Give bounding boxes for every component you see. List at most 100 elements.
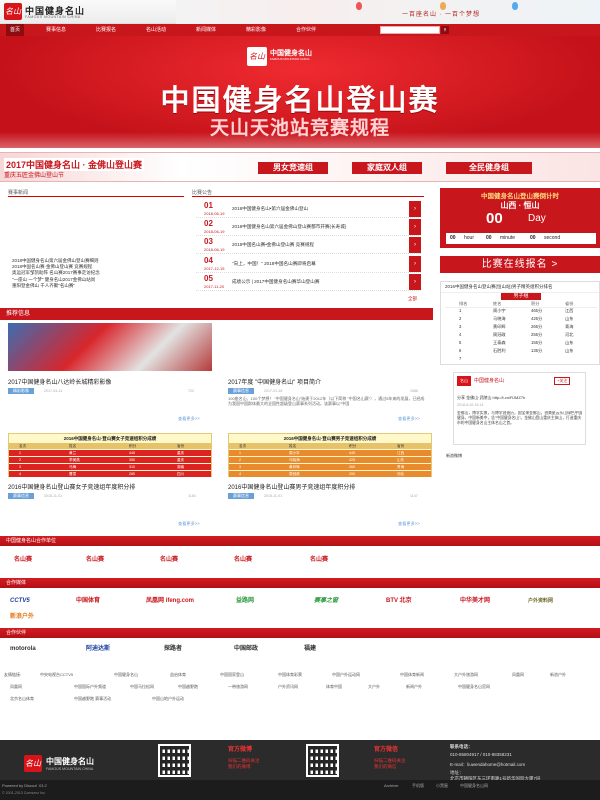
card-image[interactable] (8, 323, 212, 371)
nav-item-activities[interactable]: 名山活动 (146, 24, 166, 36)
friend-link[interactable]: 中国山地户外运动 (152, 696, 184, 702)
score-table-male[interactable]: 2016中国健身名山·登山赛男子竞速组积分成绩 名次 姓名 积分 省份 1 周小宇 445… (228, 433, 432, 477)
footer-link[interactable]: Archiver (384, 783, 399, 788)
partner-logo[interactable]: 福建 (304, 644, 316, 654)
partner-logo[interactable]: 中国邮政 (234, 644, 258, 654)
sponsor-logo[interactable]: 名山赛 (14, 555, 32, 565)
card-title[interactable]: 2016中国健身名山登山赛男子竞速组年度积分排 (228, 482, 355, 491)
friend-link[interactable]: 大户外旅游网 (454, 672, 478, 678)
friend-link[interactable]: 中国国家登山 (220, 672, 244, 678)
friend-link[interactable]: 中国马拉松网 (130, 684, 154, 690)
card-more-link[interactable]: 查看更多>> (178, 521, 200, 527)
event-chip-public[interactable]: 全民健身组 (446, 162, 532, 174)
notice-title[interactable]: 2018中国名山赛•金佛山登山赛 竞赛规程 (232, 242, 314, 248)
friend-link[interactable]: 新浪户外 (550, 672, 566, 678)
nav-item-home[interactable]: 首页 (6, 24, 25, 36)
nav-item-partners[interactable]: 合作伙伴 (296, 24, 316, 36)
sponsor-logo[interactable]: 名山赛 (160, 555, 178, 565)
search-button[interactable]: ⚲ (441, 26, 449, 34)
sponsor-logo[interactable]: 名山赛 (234, 555, 252, 565)
footer-link[interactable]: 中国健身名山网 (460, 783, 488, 789)
friend-link[interactable]: 中国越野跑 (178, 684, 198, 690)
media-logo-sina[interactable]: 新浪户外 (10, 612, 34, 622)
footer-link[interactable]: 小黑屋 (436, 783, 448, 789)
friend-link[interactable]: 中国户外运动网 (332, 672, 360, 678)
friend-link[interactable]: 凤凰网 (512, 672, 524, 678)
friend-link[interactable]: 新闻户外 (406, 684, 422, 690)
arrow-right-icon[interactable]: › (409, 201, 421, 217)
friend-link[interactable]: 户外资讯网 (278, 684, 298, 690)
notice-item[interactable]: 05 2017-11-20 成绩公示 | 2017中国健身名山赛华山登山赛 › (196, 274, 421, 291)
sponsor-logo[interactable]: 名山赛 (86, 555, 104, 565)
weibo-avatar[interactable]: 名山 (457, 376, 471, 386)
card-tag[interactable]: 赛事信息 (228, 493, 254, 499)
friend-link[interactable]: 中国越野跑 赛事活动 (74, 696, 111, 702)
media-logo-btv[interactable]: BTV 北京 (386, 596, 412, 606)
media-logo-sport[interactable]: 中国体育 (76, 596, 100, 606)
arrow-right-icon[interactable]: › (409, 274, 421, 290)
search-input[interactable] (380, 26, 440, 34)
friend-link[interactable]: 中国国际户外频道 (74, 684, 106, 690)
card-title[interactable]: 2016中国健身名山登山赛女子竞速组年度积分排 (8, 482, 135, 491)
weibo-name[interactable]: 中国健身名山 (474, 377, 504, 384)
nav-item-media[interactable]: 新闻媒体 (196, 24, 216, 36)
notice-title[interactable]: 2018中国健身名山第六届金佛山登山赛都市开赛(长寿城) (232, 224, 346, 230)
hero-banner[interactable]: 名山 中国健身名山 FAMOUS MOUNTAIN CHINA 中国健身名山登山… (0, 36, 600, 148)
media-logo-yilu[interactable]: 益路网 (236, 596, 254, 606)
partner-logo[interactable]: 探路者 (164, 644, 182, 654)
notice-title[interactable]: 成绩公示 | 2017中国健身名山赛华山登山赛 (232, 279, 319, 285)
notice-title[interactable]: "向上，中国！" 2018中国名山赛即将启幕 (232, 261, 316, 267)
arrow-right-icon[interactable]: › (409, 237, 421, 253)
friend-link[interactable]: 中国健身名山官网 (458, 684, 490, 690)
score-table-female[interactable]: 2016中国健身名山·登山赛女子竞速组积分成绩 名次 姓名 积分 省份 1 黄兰 445 重… (8, 433, 212, 477)
card-title[interactable]: 2017中国健身名山八达岭长城精彩影像 (8, 377, 111, 386)
weibo-link[interactable]: 新浪微博 (446, 453, 462, 459)
card-more-link[interactable]: 查看更多>> (178, 416, 200, 422)
friend-link[interactable]: 北京名山体育 (10, 696, 34, 702)
partner-logo[interactable]: 阿迪达斯 (86, 644, 110, 654)
media-logo-cctv5[interactable]: CCTV5 (10, 596, 30, 606)
nav-item-register[interactable]: 比赛报名 (96, 24, 116, 36)
notice-item[interactable]: 01 2018-06-19 2018中国健身名山•第六届金佛山登山 › (196, 201, 421, 218)
media-logo-zhonghua[interactable]: 中华美才网 (460, 596, 490, 606)
card-tag[interactable]: 精彩影像 (8, 388, 34, 394)
ranking-cell: 425分 (531, 316, 543, 321)
notice-title[interactable]: 2018中国健身名山•第六届金佛山登山 (232, 206, 308, 212)
footer-link[interactable]: 手机版 (412, 783, 424, 789)
event-chip-speed[interactable]: 男女竞速组 (258, 162, 328, 174)
online-register-button[interactable]: 比赛在线报名 > (440, 256, 600, 273)
arrow-right-icon[interactable]: › (409, 256, 421, 272)
event-banner[interactable]: 2017中国健身名山 · 金佛山登山赛 重庆五匠金佛山登山节 男女竞速组 家庭双… (0, 152, 600, 182)
notice-item[interactable]: 04 2017-12-15 "向上，中国！" 2018中国名山赛即将启幕 › (196, 256, 421, 273)
sponsor-logo[interactable]: 名山赛 (310, 555, 328, 565)
card-tag[interactable]: 赛事信息 (8, 493, 34, 499)
card-more-link[interactable]: 查看更多>> (398, 416, 420, 422)
card-title[interactable]: 2017年度 "中国健身名山" 项目简介 (228, 377, 321, 386)
site-logo-icon[interactable]: 名山 (4, 3, 22, 20)
friend-link[interactable]: 中国体育新闻 (400, 672, 424, 678)
media-logo-ifeng[interactable]: 凤凰网 ifeng.com (146, 596, 194, 606)
nav-item-gallery[interactable]: 精彩影像 (246, 24, 266, 36)
friend-link[interactable]: 中央电视台CCTV5 (40, 672, 73, 678)
friend-link[interactable]: 一带旅游网 (228, 684, 248, 690)
friend-link[interactable]: 益启体育 (170, 672, 186, 678)
friend-link[interactable]: 凤凰网 (10, 684, 22, 690)
notice-item[interactable]: 03 2018-06-19 2018中国名山赛•金佛山登山赛 竞赛规程 › (196, 237, 421, 254)
friend-link[interactable]: 大户外 (368, 684, 380, 690)
card-more-link[interactable]: 查看更多>> (398, 521, 420, 527)
ranking-tab-male[interactable]: 男子组 (501, 293, 541, 300)
card-tag[interactable]: 赛事信息 (228, 388, 254, 394)
nav-item-event-info[interactable]: 赛事信息 (46, 24, 66, 36)
news-item[interactable]: 重阳登金佛山 千人齐聚"名山赛" (12, 283, 182, 289)
notice-more-link[interactable]: 全部 (408, 296, 417, 302)
partner-logo-motorola[interactable]: motorola (10, 644, 36, 654)
notice-item[interactable]: 02 2018-06-19 2018中国健身名山第六届金佛山登山赛都市开赛(长寿… (196, 219, 421, 236)
friend-link[interactable]: 中国健身名山 (114, 672, 138, 678)
media-logo-saishi[interactable]: 赛事之窗 (314, 596, 338, 606)
event-chip-family[interactable]: 家庭双人组 (352, 162, 422, 174)
arrow-right-icon[interactable]: › (409, 219, 421, 235)
weibo-follow-button[interactable]: +关注 (554, 377, 571, 385)
friend-link[interactable]: 中国体育彩票 (278, 672, 302, 678)
media-logo-outdoor[interactable]: 户外资料网 (528, 596, 553, 606)
friend-link[interactable]: 体育中国 (326, 684, 342, 690)
